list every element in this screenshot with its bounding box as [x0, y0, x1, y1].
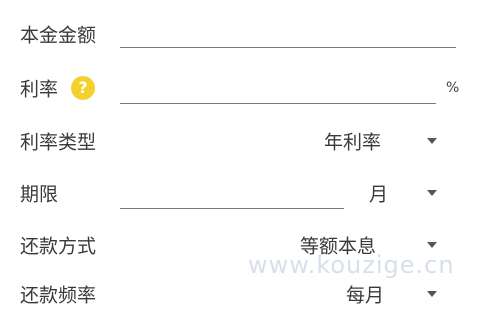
rate-type-label: 利率类型: [20, 131, 97, 154]
chevron-down-icon[interactable]: [427, 190, 437, 196]
term-input[interactable]: [120, 208, 344, 209]
rate-input[interactable]: [120, 103, 436, 104]
chevron-down-icon[interactable]: [427, 242, 437, 248]
chevron-down-icon[interactable]: [427, 291, 437, 297]
rate-label: 利率: [20, 78, 59, 101]
term-row: 期限 月: [0, 173, 480, 213]
question-circle-icon[interactable]: ?: [71, 76, 95, 100]
frequency-label: 还款频率: [20, 284, 97, 307]
rate-type-row[interactable]: 利率类型 年利率: [0, 121, 480, 161]
rate-row: 利率 ? %: [0, 68, 480, 108]
term-unit-select[interactable]: 月: [369, 180, 388, 207]
frequency-select[interactable]: 每月: [346, 281, 384, 308]
rate-type-select[interactable]: 年利率: [324, 128, 381, 155]
percent-unit: %: [446, 80, 460, 96]
watermark: www.kouzige.cn: [248, 251, 455, 279]
repayment-label: 还款方式: [20, 235, 97, 258]
chevron-down-icon[interactable]: [427, 138, 437, 144]
term-label: 期限: [20, 183, 59, 206]
principal-row: 本金金额: [0, 14, 480, 54]
principal-input[interactable]: [120, 47, 456, 48]
frequency-row[interactable]: 还款频率 每月: [0, 274, 480, 314]
principal-label: 本金金额: [20, 24, 97, 47]
